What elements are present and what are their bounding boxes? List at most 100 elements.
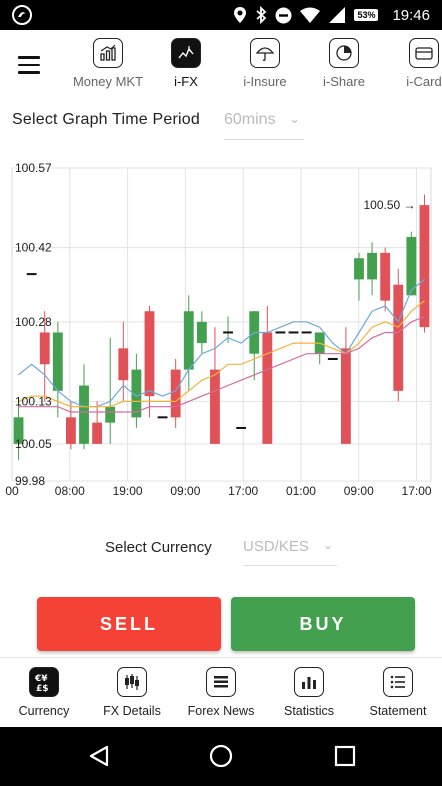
x-tick-label: 08:00: [55, 484, 85, 498]
system-nav-bar: [0, 727, 442, 786]
battery-indicator: 53%: [354, 9, 379, 21]
nav-label: i-Share: [323, 74, 365, 89]
bottom-nav-forex-news[interactable]: Forex News: [177, 667, 265, 718]
x-tick-label: 09:00: [170, 484, 200, 498]
currency-row: Select Currency USD/KES ⌄: [0, 530, 442, 570]
status-bar: 53% 19:46: [0, 0, 442, 30]
period-dropdown[interactable]: 60mins ⌄: [224, 108, 304, 140]
candle-body: [66, 417, 76, 444]
back-icon[interactable]: [87, 744, 111, 768]
candle-body: [210, 369, 220, 444]
card-icon: [409, 38, 439, 68]
candle-body: [354, 258, 364, 280]
y-tick-label: 100.28: [15, 315, 52, 329]
nav-item-money-mkt[interactable]: Money MKT: [68, 38, 148, 89]
bottom-nav: €¥ £$ Currency FX Details Forex News Sta…: [0, 657, 442, 727]
candle-body: [380, 252, 391, 301]
bottom-nav-statistics[interactable]: Statistics: [265, 667, 353, 718]
do-not-disturb-icon: [275, 7, 292, 23]
money-market-icon: [93, 38, 123, 68]
umbrella-icon: [250, 38, 280, 68]
bottom-nav-label: Forex News: [187, 704, 255, 718]
candle-body: [419, 205, 430, 328]
currency-label: Select Currency: [105, 539, 212, 556]
bottom-nav-label: Currency: [18, 704, 70, 718]
x-tick-label: 19:00: [113, 484, 143, 498]
candle-body: [52, 332, 63, 391]
period-label: Select Graph Time Period: [12, 111, 200, 128]
candle-body: [393, 284, 404, 391]
list-icon: [383, 667, 413, 697]
menu-icon[interactable]: [18, 56, 40, 74]
candle-body: [39, 332, 50, 365]
bottom-nav-label: FX Details: [103, 704, 161, 718]
bluetooth-icon: [256, 6, 267, 24]
nav-label: i-Card: [406, 74, 442, 89]
home-icon[interactable]: [209, 744, 233, 768]
candle-body: [170, 369, 181, 418]
nav-item-i-insure[interactable]: i-Insure: [225, 38, 305, 89]
bar-chart-icon: [294, 667, 324, 697]
currency-dropdown[interactable]: USD/KES ⌄: [243, 534, 337, 566]
bottom-nav-label: Statement: [369, 704, 427, 718]
location-icon: [234, 7, 247, 23]
currency-value: USD/KES: [243, 538, 309, 555]
period-row: Select Graph Time Period 60mins ⌄: [0, 100, 442, 145]
fx-chart-icon: [171, 38, 201, 68]
nav-label: Money MKT: [72, 74, 144, 89]
nav-item-i-card[interactable]: i-Card: [384, 38, 442, 89]
candle-body: [301, 331, 312, 334]
chevron-down-icon: ⌄: [289, 111, 300, 126]
candle-body: [367, 252, 377, 280]
candle-body: [262, 332, 273, 444]
x-tick-label: 17:00: [228, 484, 258, 498]
y-tick-label: 100.13: [15, 394, 52, 408]
recents-icon[interactable]: [333, 744, 357, 768]
candle-body: [223, 331, 233, 334]
bottom-nav-fx-details[interactable]: FX Details: [88, 667, 176, 718]
nav-item-i-fx[interactable]: i-FX: [146, 38, 226, 89]
candle-body: [196, 321, 207, 344]
candle-body: [327, 357, 338, 360]
currency-icon: €¥ £$: [29, 667, 59, 697]
x-tick-label: 09:00: [344, 484, 374, 498]
y-tick-label: 100.05: [15, 437, 52, 451]
top-nav: Money MKT i-FX i-Insure i-Share i-Card: [0, 30, 442, 100]
period-value: 60mins: [224, 111, 276, 128]
chevron-down-icon: ⌄: [322, 538, 333, 552]
y-tick-label: 99.98: [15, 474, 45, 488]
pie-chart-icon: [329, 38, 359, 68]
candle-body: [92, 422, 103, 444]
candle-body: [118, 348, 129, 381]
candle-body: [183, 311, 194, 370]
sell-button[interactable]: SELL: [37, 597, 221, 651]
x-tick-label: 17:00: [402, 484, 432, 498]
x-tick-label: 01:00: [286, 484, 316, 498]
bottom-nav-label: Statistics: [283, 704, 334, 718]
candle-body: [26, 273, 37, 276]
status-clock: 19:46: [392, 6, 430, 24]
candle-body: [79, 385, 89, 444]
bottom-nav-statement[interactable]: Statement: [354, 667, 442, 718]
candle-body: [275, 331, 286, 334]
candle-body: [144, 311, 155, 397]
nav-item-i-share[interactable]: i-Share: [304, 38, 384, 89]
nav-label: i-Insure: [243, 74, 287, 89]
candle-body: [288, 331, 299, 334]
candle-body: [105, 406, 116, 423]
last-price-label: 100.50 →: [363, 198, 415, 212]
app-logo-icon: [12, 5, 32, 25]
svg-text:£$: £$: [36, 684, 49, 693]
candle-body: [236, 426, 247, 429]
candlestick-chart: 00 08:00 19:00 09:00 17:00 01:00 09:00 17:00100…: [5, 161, 432, 498]
candle-body: [157, 416, 168, 419]
signal-icon: [329, 7, 346, 23]
svg-text:€¥: €¥: [34, 674, 48, 684]
wifi-icon: [300, 7, 321, 23]
buy-button[interactable]: BUY: [231, 597, 415, 651]
candle-body: [340, 348, 351, 444]
bottom-nav-currency[interactable]: €¥ £$ Currency: [0, 667, 88, 718]
price-chart[interactable]: 00 08:00 19:00 09:00 17:00 01:00 09:00 17:00 100…: [5, 161, 432, 498]
candlestick-icon: [117, 667, 147, 697]
y-tick-label: 100.57: [15, 161, 52, 175]
